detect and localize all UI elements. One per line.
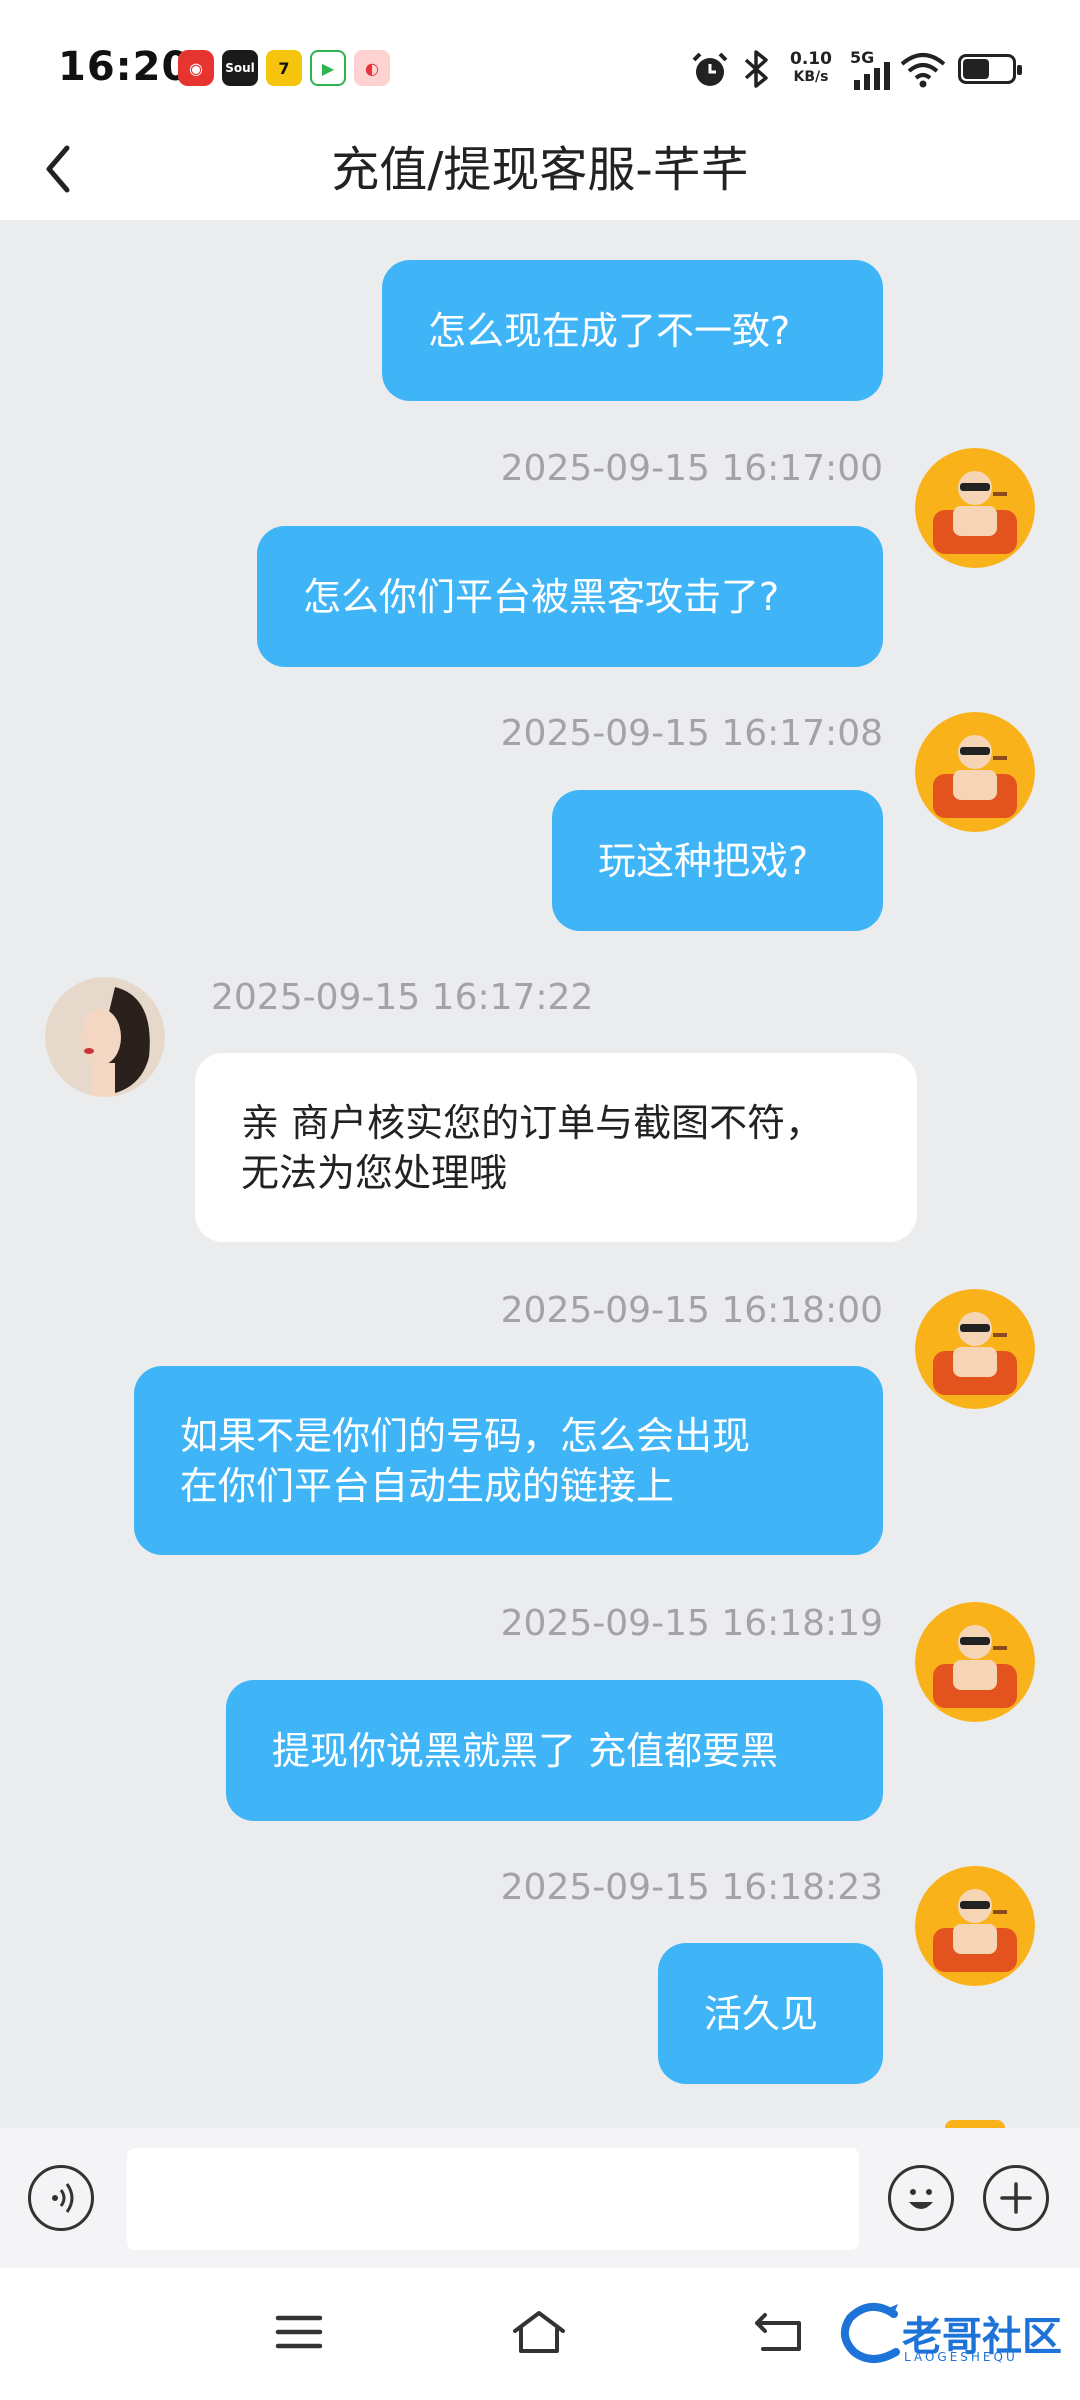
battery-icon xyxy=(958,54,1022,84)
agent-avatar-icon xyxy=(45,977,165,1097)
home-button[interactable] xyxy=(504,2302,574,2362)
input-bar xyxy=(0,2128,1080,2268)
message-timestamp: 2025-09-15 16:18:23 xyxy=(500,1867,883,1908)
avatar[interactable] xyxy=(915,1289,1035,1409)
avatar[interactable] xyxy=(915,712,1035,832)
chat-header: 充值/提现客服-芊芊 xyxy=(0,120,1080,220)
user-avatar-icon xyxy=(915,448,1035,568)
soul-icon: Soul xyxy=(222,50,258,86)
message-timestamp: 2025-09-15 16:17:08 xyxy=(500,713,883,754)
iqiyi-icon: ▶ xyxy=(310,50,346,86)
avatar[interactable] xyxy=(915,1866,1035,1986)
emoji-button[interactable] xyxy=(888,2165,954,2231)
message-text-line: 无法为您处理哦 xyxy=(241,1150,508,1195)
user-avatar-icon xyxy=(915,1602,1035,1722)
message-timestamp: 2025-09-15 16:18:00 xyxy=(500,1290,883,1331)
user-avatar-icon xyxy=(915,712,1035,832)
agent-avatar[interactable] xyxy=(45,977,165,1097)
message-bubble-outgoing[interactable]: 怎么现在成了不一致? xyxy=(382,260,883,401)
watermark: 老哥社区 LAOGESHEQU xyxy=(840,2298,1070,2368)
message-bubble-incoming[interactable]: 亲 商户核实您的订单与截图不符， 无法为您处理哦 xyxy=(195,1053,917,1242)
alarm-icon xyxy=(692,52,728,86)
more-button[interactable] xyxy=(983,2165,1049,2231)
emoji-icon xyxy=(909,2189,933,2209)
message-bubble-outgoing[interactable]: 如果不是你们的号码，怎么会出现 在你们平台自动生成的链接上 xyxy=(134,1366,883,1555)
message-bubble-outgoing[interactable]: 玩这种把戏? xyxy=(552,790,883,931)
watermark-subtext: LAOGESHEQU xyxy=(904,2350,1018,2364)
voice-button[interactable] xyxy=(28,2165,94,2231)
user-avatar-icon xyxy=(915,1289,1035,1409)
voice-icon xyxy=(52,2183,74,2213)
page-title: 充值/提现客服-芊芊 xyxy=(331,142,749,198)
plus-icon xyxy=(1000,2182,1032,2214)
message-bubble-outgoing[interactable]: 怎么你们平台被黑客攻击了? xyxy=(257,526,883,667)
netease-music-icon: ◉ xyxy=(178,50,214,86)
message-timestamp: 2025-09-15 16:18:19 xyxy=(500,1603,883,1644)
message-text-line: 在你们平台自动生成的链接上 xyxy=(180,1463,675,1508)
message-text-line: 如果不是你们的号码，怎么会出现 xyxy=(180,1413,751,1458)
back-arrow-icon xyxy=(755,2313,801,2351)
back-nav-button[interactable] xyxy=(744,2302,814,2362)
avatar[interactable] xyxy=(915,448,1035,568)
weibo-icon: ◐ xyxy=(354,50,390,86)
message-timestamp: 2025-09-15 16:17:22 xyxy=(211,977,594,1018)
message-input[interactable] xyxy=(127,2148,859,2250)
status-time: 16:20 xyxy=(58,44,191,90)
avatar xyxy=(945,2120,1005,2128)
user-avatar-icon xyxy=(915,1866,1035,1986)
menu-button[interactable] xyxy=(264,2302,334,2362)
message-bubble-outgoing[interactable]: 活久见 xyxy=(658,1943,883,2084)
wifi-icon xyxy=(900,53,946,88)
message-timestamp: 2025-09-15 16:17:00 xyxy=(500,448,883,489)
message-bubble-outgoing[interactable]: 提现你说黑就黑了 充值都要黑 xyxy=(226,1680,883,1821)
net-speed: 0.10 KB/s xyxy=(790,49,832,85)
status-bar: 16:20 ◉ Soul 7 ▶ ◐ 0.10 KB/s 5G xyxy=(0,0,1080,120)
avatar[interactable] xyxy=(915,1602,1035,1722)
bluetooth-icon xyxy=(744,50,768,88)
signal-icon xyxy=(854,62,890,90)
home-icon xyxy=(513,2311,565,2353)
qmusic-icon: 7 xyxy=(266,50,302,86)
menu-icon xyxy=(275,2315,323,2349)
system-nav-bar: 老哥社区 LAOGESHEQU xyxy=(0,2268,1080,2400)
message-text-line: 亲 商户核实您的订单与截图不符， xyxy=(241,1100,824,1145)
dragon-logo-icon xyxy=(840,2303,900,2363)
